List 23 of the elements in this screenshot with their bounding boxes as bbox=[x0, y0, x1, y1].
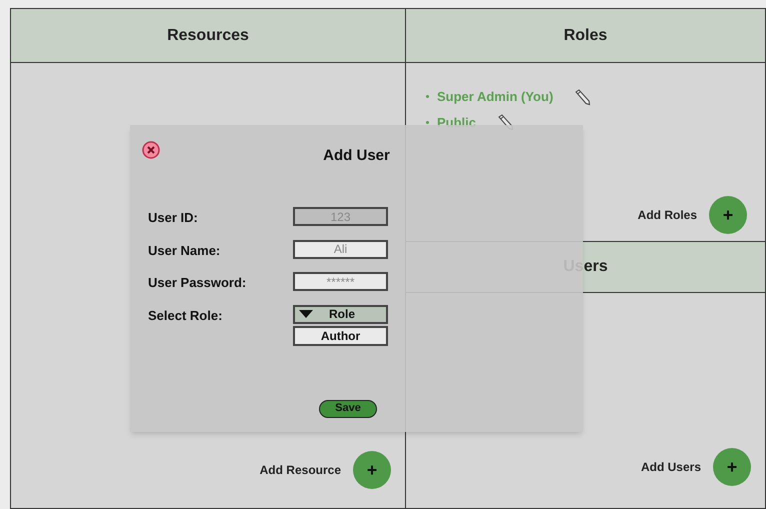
column-title: Roles bbox=[564, 26, 608, 46]
role-dropdown[interactable]: Role bbox=[293, 304, 388, 324]
field-label: User Name: bbox=[148, 242, 220, 260]
add-label: Add Roles bbox=[638, 207, 697, 224]
pencil-icon[interactable] bbox=[573, 88, 592, 106]
bullet-icon bbox=[426, 95, 429, 98]
caret-icon bbox=[299, 310, 313, 318]
dialog-title: Add User bbox=[323, 146, 390, 166]
add-label: Add Resource bbox=[260, 462, 341, 479]
close-icon[interactable] bbox=[142, 141, 160, 159]
input-field[interactable]: ****** bbox=[293, 272, 388, 291]
add-label: Add Users bbox=[640, 459, 701, 476]
save-button[interactable]: Save bbox=[319, 400, 377, 418]
add-button[interactable]: + bbox=[713, 448, 751, 486]
add-button[interactable]: + bbox=[353, 451, 391, 489]
column-title: Resources bbox=[167, 26, 249, 46]
dropdown-option[interactable]: Author bbox=[293, 326, 388, 346]
bullet-icon bbox=[426, 120, 429, 124]
field-label: Select Role: bbox=[148, 306, 222, 324]
add-button[interactable]: + bbox=[709, 196, 747, 234]
field-label: User ID: bbox=[148, 209, 198, 227]
input-field[interactable]: Ali bbox=[293, 240, 388, 258]
field-label: User Password: bbox=[148, 274, 246, 292]
